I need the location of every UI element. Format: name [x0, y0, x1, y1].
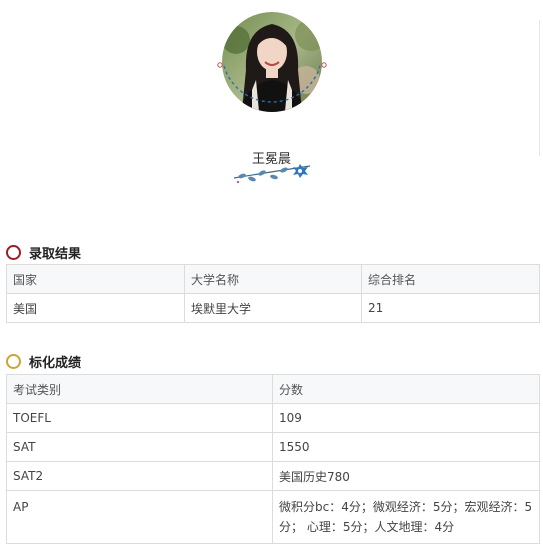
profile-header: 王冕晨: [0, 0, 543, 200]
circle-icon: [6, 353, 21, 369]
scores-section-title: 标化成绩: [6, 351, 81, 371]
table-header-row: 考试类别 分数: [6, 374, 540, 404]
table-header-cell: 综合排名: [361, 264, 540, 294]
table-row: SAT 1550: [6, 432, 540, 462]
table-cell: SAT: [6, 432, 273, 462]
table-cell: 1550: [272, 432, 540, 462]
table-cell: SAT2: [6, 461, 273, 491]
table-cell: AP: [6, 490, 273, 544]
table-header-cell: 大学名称: [184, 264, 362, 294]
table-header-cell: 考试类别: [6, 374, 273, 404]
admission-table: 国家 大学名称 综合排名 美国 埃默里大学 21: [6, 264, 540, 323]
table-header-row: 国家 大学名称 综合排名: [6, 264, 540, 294]
admission-title-label: 录取结果: [29, 246, 82, 262]
table-cell: 美国: [6, 293, 185, 323]
avatar: [216, 10, 328, 122]
table-row: TOEFL 109: [6, 403, 540, 433]
table-cell: 109: [272, 403, 540, 433]
scores-title-label: 标化成绩: [29, 355, 82, 371]
table-cell: TOEFL: [6, 403, 273, 433]
table-cell: 美国历史780: [272, 461, 540, 491]
table-cell: 埃默里大学: [184, 293, 362, 323]
table-cell: 21: [361, 293, 540, 323]
table-header-cell: 国家: [6, 264, 185, 294]
table-header-cell: 分数: [272, 374, 540, 404]
table-row: SAT2 美国历史780: [6, 461, 540, 491]
avatar-photo: [217, 12, 327, 112]
scores-table: 考试类别 分数 TOEFL 109 SAT 1550 SAT2 美国历史780 …: [6, 374, 540, 544]
table-row: 美国 埃默里大学 21: [6, 293, 540, 323]
circle-icon: [6, 244, 21, 260]
table-cell: 微积分bc：4分；微观经济：5分；宏观经济：5分； 心理：5分；人文地理：4分: [272, 490, 540, 544]
table-row: AP 微积分bc：4分；微观经济：5分；宏观经济：5分； 心理：5分；人文地理：…: [6, 490, 540, 544]
admission-section-title: 录取结果: [6, 242, 81, 262]
floral-decoration: [233, 164, 311, 184]
